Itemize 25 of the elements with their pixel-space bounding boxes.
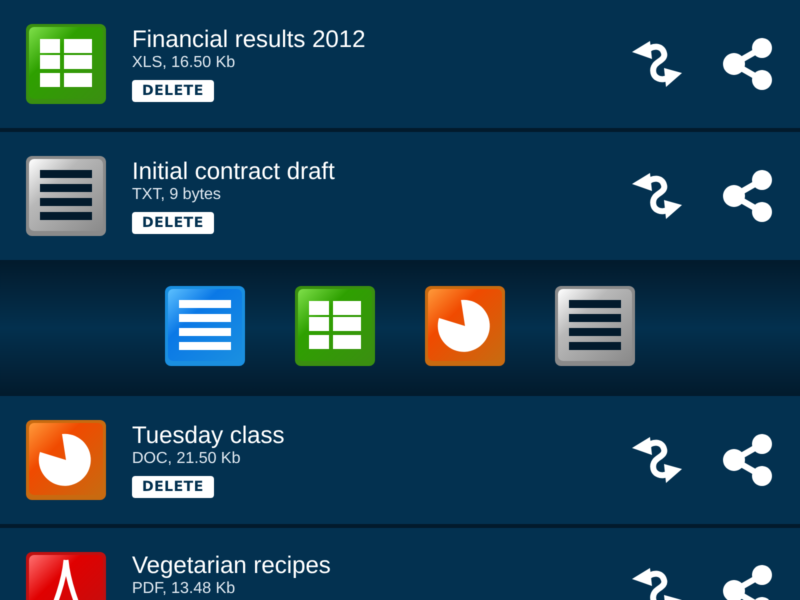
delete-button[interactable]: DELETE (132, 80, 214, 102)
delete-button[interactable]: DELETE (132, 476, 214, 498)
file-title: Tuesday class (132, 422, 285, 450)
file-title: Financial results 2012 (132, 26, 366, 54)
delete-button[interactable]: DELETE (132, 212, 214, 234)
text-file-icon (555, 286, 635, 366)
share-icon[interactable] (722, 433, 774, 487)
presentation-file-icon (425, 286, 505, 366)
file-row[interactable]: Financial results 2012 XLS, 16.50 Kb DELETE (0, 0, 800, 128)
share-icon[interactable] (722, 37, 774, 91)
file-row[interactable]: Tuesday class DOC, 21.50 Kb DELETE (0, 396, 800, 524)
file-row[interactable]: Initial contract draft TXT, 9 bytes DELETE (0, 132, 800, 260)
spreadsheet-file-icon (295, 286, 375, 366)
presentation-file-icon (26, 420, 106, 500)
file-details: PDF, 13.48 Kb (132, 580, 236, 598)
file-row[interactable]: Vegetarian recipes PDF, 13.48 Kb (0, 528, 800, 600)
share-icon[interactable] (722, 169, 774, 223)
file-details: TXT, 9 bytes (132, 186, 221, 204)
file-details: DOC, 21.50 Kb (132, 450, 240, 468)
text-file-icon (26, 156, 106, 236)
spreadsheet-file-icon (26, 24, 106, 104)
file-details: XLS, 16.50 Kb (132, 54, 236, 72)
document-file-icon (165, 286, 245, 366)
file-title: Vegetarian recipes (132, 552, 331, 580)
file-title: Initial contract draft (132, 158, 335, 186)
